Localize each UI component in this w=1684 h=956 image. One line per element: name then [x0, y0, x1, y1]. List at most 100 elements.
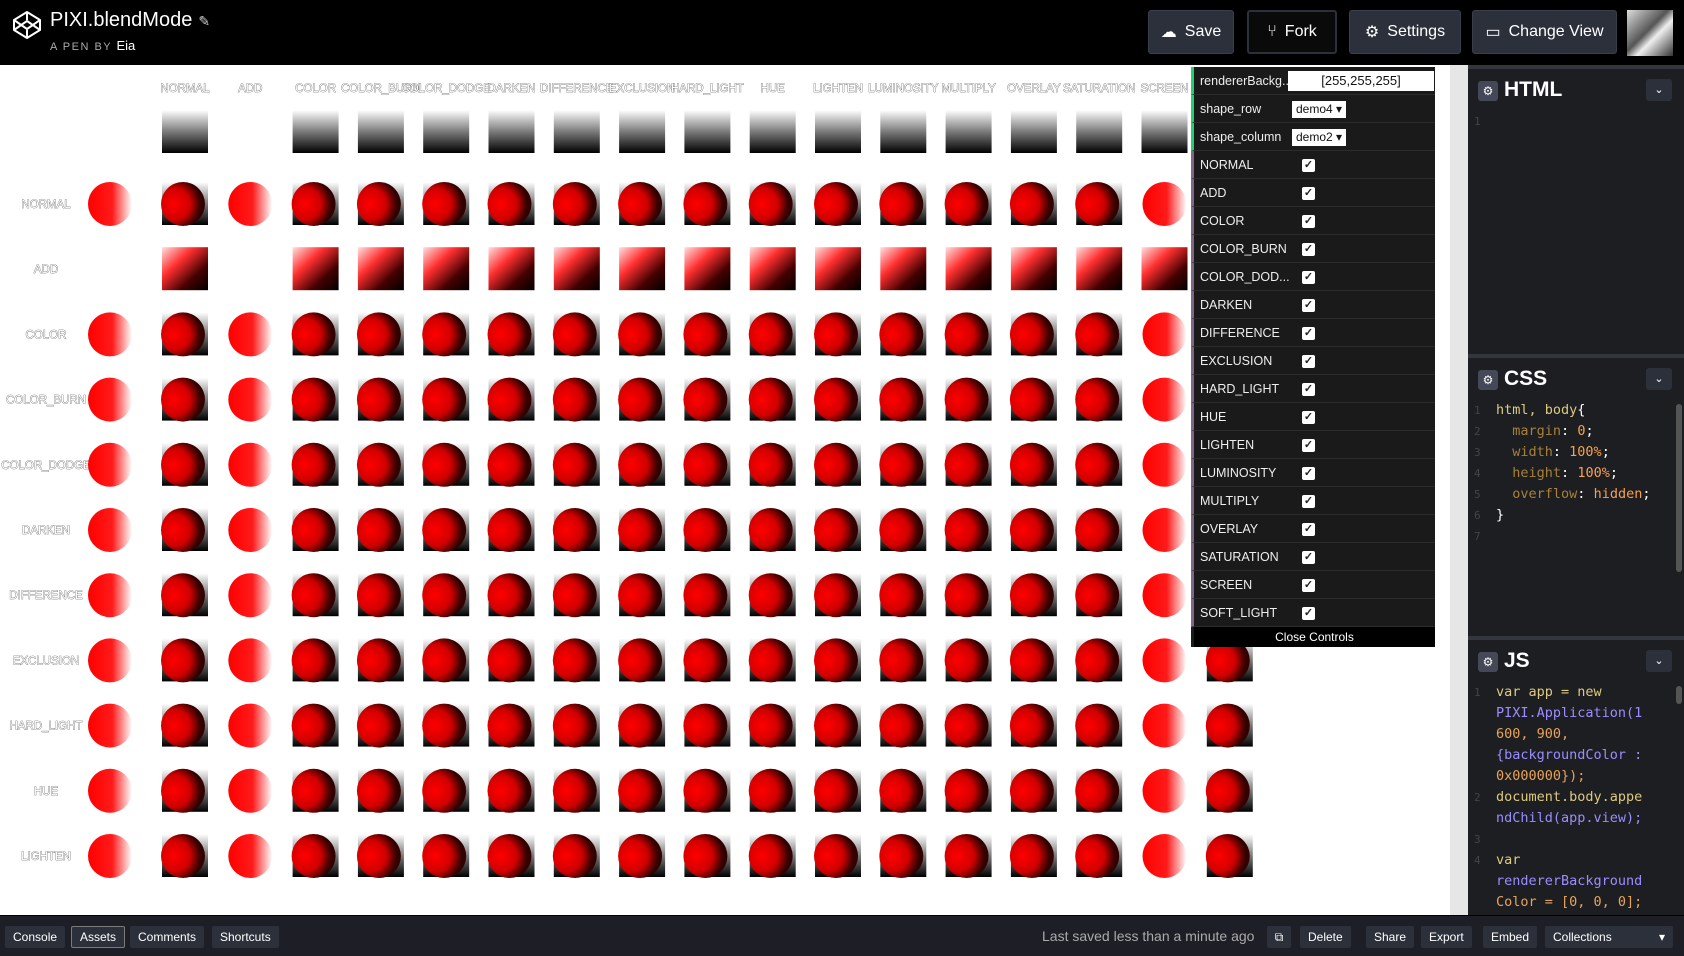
console-button[interactable]: Console: [5, 926, 66, 948]
css-editor-scrollbar[interactable]: [1676, 404, 1682, 572]
blend-cell-circle: [944, 442, 989, 487]
blend-checkbox[interactable]: ✓: [1302, 355, 1315, 368]
delete-button[interactable]: Delete: [1300, 926, 1351, 948]
embed-button[interactable]: Embed: [1483, 926, 1538, 948]
blend-checkbox[interactable]: ✓: [1302, 579, 1315, 592]
js-code[interactable]: 1 var app = new PIXI.Application(1 600, 9…: [1468, 682, 1684, 913]
grid-label: DARKEN: [488, 83, 536, 95]
collections-label: Collections: [1553, 930, 1612, 944]
line-number: 4: [1474, 854, 1481, 867]
blend-cell: [1141, 247, 1188, 291]
js-editor-header: ⚙ JS ⌄: [1468, 640, 1684, 682]
blend-cell-circle: [487, 312, 532, 357]
blend-checkbox[interactable]: ✓: [1302, 159, 1315, 172]
blend-cell-circle: [161, 768, 205, 813]
blend-cell-circle: [356, 573, 401, 618]
blend-checkbox[interactable]: ✓: [1302, 411, 1315, 424]
blend-cell-circle: [552, 442, 597, 487]
blend-checkbox-row: HARD_LIGHT ✓: [1191, 375, 1435, 403]
author-name[interactable]: Eia: [117, 38, 136, 53]
blend-checkbox-row: SCREEN ✓: [1191, 571, 1435, 599]
shape-row-select[interactable]: demo4 ▾: [1292, 101, 1347, 118]
shortcuts-button[interactable]: Shortcuts: [212, 926, 279, 948]
renderer-background-input[interactable]: [255,255,255]: [1288, 71, 1434, 91]
blend-checkbox[interactable]: ✓: [1302, 187, 1315, 200]
blend-cell-circle: [618, 638, 663, 683]
html-code[interactable]: 1: [1468, 111, 1684, 132]
grid-label: COLOR_BURN: [6, 395, 86, 407]
blend-cell: [1010, 247, 1057, 291]
export-button[interactable]: Export: [1421, 926, 1472, 948]
js-line: Color = [0, 0, 0];: [1496, 894, 1643, 910]
change-view-button[interactable]: ▭ Change View: [1472, 10, 1617, 54]
blend-cell-circle: [291, 573, 336, 618]
user-avatar[interactable]: [1627, 10, 1673, 56]
blend-checkbox[interactable]: ✓: [1302, 523, 1315, 536]
blend-cell-circle: [683, 768, 728, 813]
blend-checkbox[interactable]: ✓: [1302, 327, 1315, 340]
blend-cell-circle: [683, 442, 728, 487]
blend-checkbox-label: HARD_LIGHT: [1200, 381, 1280, 396]
grid-label: COLOR_DODGE: [1, 460, 91, 472]
assets-button[interactable]: Assets: [71, 926, 126, 948]
share-button[interactable]: Share: [1366, 926, 1415, 948]
blend-cell-circle: [291, 377, 336, 422]
blend-checkbox[interactable]: ✓: [1302, 271, 1315, 284]
blend-checkbox[interactable]: ✓: [1302, 383, 1315, 396]
blend-checkbox[interactable]: ✓: [1302, 495, 1315, 508]
settings-button[interactable]: ⚙ Settings: [1349, 10, 1461, 54]
pen-title[interactable]: PIXI.blendMode ✎: [50, 9, 210, 32]
blend-cell: [228, 638, 273, 683]
collections-button[interactable]: Collections ▾: [1545, 926, 1673, 948]
blend-cell: [945, 247, 992, 291]
comments-button[interactable]: Comments: [130, 926, 205, 948]
blend-checkbox[interactable]: ✓: [1302, 607, 1315, 620]
external-link-icon[interactable]: ⧉: [1267, 926, 1291, 948]
blend-cell-circle: [1009, 508, 1054, 552]
column-header-square: [1076, 110, 1123, 153]
blend-cell-circle: [161, 638, 205, 683]
blend-checkbox-label: EXCLUSION: [1200, 353, 1273, 368]
grid-label: OVERLAY: [1007, 83, 1061, 95]
blend-cell: [488, 247, 535, 291]
grid-label: NORMAL: [21, 199, 71, 211]
css-value: 0: [1577, 423, 1586, 439]
codepen-logo-icon[interactable]: [12, 10, 42, 40]
css-code[interactable]: 1 html, body{ 2 margin: 0; 3 width: 100%;…: [1468, 400, 1684, 547]
js-collapse-chevron-icon[interactable]: ⌄: [1646, 650, 1672, 672]
blend-cell-circle: [356, 377, 401, 422]
js-settings-gear-icon[interactable]: ⚙: [1478, 652, 1498, 672]
js-editor-scrollbar[interactable]: [1676, 686, 1682, 704]
blend-checkbox[interactable]: ✓: [1302, 243, 1315, 256]
preview-scrollbar[interactable]: [1450, 65, 1468, 915]
blend-cell-circle: [944, 703, 989, 748]
blend-cell: [357, 247, 404, 291]
blend-cell-circle: [161, 442, 205, 487]
js-line: PIXI.Application(1: [1496, 705, 1643, 721]
blend-cell-circle: [161, 312, 205, 357]
css-collapse-chevron-icon[interactable]: ⌄: [1646, 368, 1672, 390]
html-collapse-chevron-icon[interactable]: ⌄: [1646, 79, 1672, 101]
blend-cell-circle: [748, 312, 793, 357]
blend-checkbox[interactable]: ✓: [1302, 551, 1315, 564]
html-settings-gear-icon[interactable]: ⚙: [1478, 81, 1498, 101]
blend-cell-circle: [552, 312, 597, 357]
js-editor-title: JS: [1504, 649, 1530, 672]
css-settings-gear-icon[interactable]: ⚙: [1478, 370, 1498, 390]
blend-cell-circle: [683, 182, 728, 226]
shape-column-select[interactable]: demo2 ▾: [1292, 129, 1347, 146]
save-button[interactable]: ☁ Save: [1148, 10, 1234, 54]
blend-checkbox[interactable]: ✓: [1302, 439, 1315, 452]
fork-button[interactable]: ⑂ Fork: [1247, 10, 1337, 54]
blend-cell: [162, 247, 208, 291]
blend-cell-circle: [814, 312, 858, 357]
blend-checkbox[interactable]: ✓: [1302, 467, 1315, 480]
blend-cell-circle: [422, 638, 467, 683]
close-controls-button[interactable]: Close Controls: [1194, 627, 1435, 647]
blend-cell-circle: [161, 703, 205, 748]
edit-pencil-icon[interactable]: ✎: [198, 13, 210, 29]
blend-checkbox[interactable]: ✓: [1302, 299, 1315, 312]
blend-checkbox[interactable]: ✓: [1302, 215, 1315, 228]
blend-cell: [228, 703, 273, 748]
css-editor-header: ⚙ CSS ⌄: [1468, 358, 1684, 400]
